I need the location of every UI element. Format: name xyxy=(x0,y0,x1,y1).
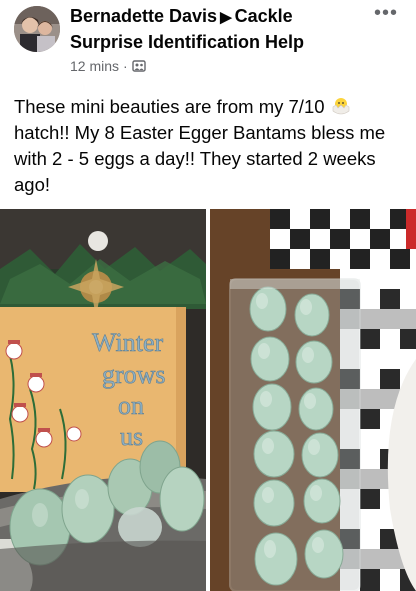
photo-eggs-carton[interactable] xyxy=(210,209,416,591)
group-audience-icon xyxy=(132,60,146,72)
post-time[interactable]: 12 mins xyxy=(70,57,119,75)
sign-text-line-3: on xyxy=(118,391,144,420)
post-text: These mini beauties are from my 7/10 hat… xyxy=(14,94,404,198)
photo-collage: Winter grows on us xyxy=(0,209,416,591)
arrow-right-icon: ▶ xyxy=(220,9,232,26)
author-group-title: Bernadette Davis ▶ Cackle Surprise Identif… xyxy=(70,4,370,54)
author-name[interactable]: Bernadette Davis xyxy=(70,6,217,26)
post-meta: 12 mins · xyxy=(70,57,146,75)
author-avatar[interactable] xyxy=(14,6,60,52)
sign-text-line-4: us xyxy=(120,422,143,451)
photo-eggs-sign[interactable]: Winter grows on us xyxy=(0,209,206,591)
post-text-part2: hatch!! My 8 Easter Egger Bantams bless … xyxy=(14,122,386,195)
sign-text-line-1: Winter xyxy=(92,328,163,357)
separator-dot: · xyxy=(123,58,128,74)
post-text-part1: These mini beauties are from my 7/10 xyxy=(14,96,325,117)
sign-text-line-2: grows xyxy=(102,360,166,389)
post-header: Bernadette Davis ▶ Cackle Surprise Identif… xyxy=(0,0,416,84)
hatching-chick-icon xyxy=(332,98,349,115)
more-options-icon[interactable]: ••• xyxy=(374,2,398,25)
